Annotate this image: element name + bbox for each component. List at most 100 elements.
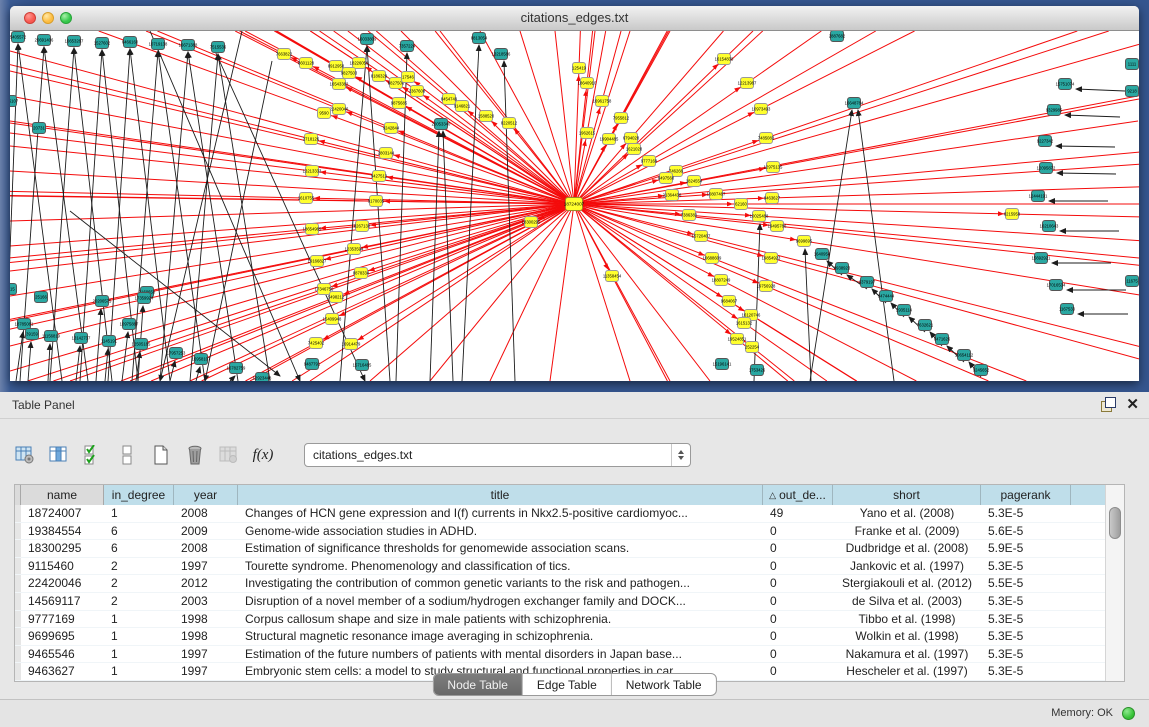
graph-node[interactable]: 2803144	[378, 148, 395, 159]
graph-node[interactable]: 7515536	[210, 42, 227, 53]
cell-short[interactable]: Wolkin et al. (1998)	[833, 628, 981, 645]
graph-node[interactable]: 9242844	[383, 123, 400, 134]
cell-in_degree[interactable]: 2	[104, 558, 174, 575]
cell-out_de[interactable]: 0	[763, 628, 833, 645]
graph-node[interactable]: 8601128	[298, 58, 315, 69]
delete-table-icon[interactable]	[218, 444, 240, 466]
graph-node[interactable]: 7386382	[681, 210, 698, 221]
cell-in_degree[interactable]: 2	[104, 593, 174, 610]
network-view-window[interactable]: citations_edges.txt 54055722069140610653…	[10, 6, 1139, 381]
table-vertical-scrollbar[interactable]	[1105, 485, 1124, 681]
cell-out_de[interactable]: 0	[763, 663, 833, 680]
column-header-pagerank[interactable]: pagerank	[981, 485, 1071, 505]
cell-pagerank[interactable]: 5.3E-5	[981, 628, 1071, 645]
graph-node[interactable]: 7632621	[917, 320, 934, 331]
cell-out_de[interactable]: 0	[763, 575, 833, 592]
graph-node[interactable]: 16154838	[715, 54, 734, 65]
cell-title[interactable]: Corpus callosum shape and size in male p…	[238, 611, 763, 628]
cell-out_de[interactable]: 0	[763, 593, 833, 610]
graph-node[interactable]: 1962615	[579, 128, 596, 139]
graph-node[interactable]: 17546	[402, 72, 415, 83]
graph-node[interactable]: 9487791	[304, 359, 321, 370]
cell-name[interactable]: 9699695	[21, 628, 104, 645]
cell-short[interactable]: Jankovic et al. (1997)	[833, 558, 981, 575]
cell-out_de[interactable]: 0	[763, 540, 833, 557]
cell-pagerank[interactable]: 5.3E-5	[981, 646, 1071, 663]
cell-title[interactable]: Investigating the contribution of common…	[238, 575, 763, 592]
cell-name[interactable]: 9465546	[21, 646, 104, 663]
graph-node[interactable]: 2935114	[896, 305, 913, 316]
graph-node[interactable]: 12353594	[345, 244, 364, 255]
graph-node[interactable]: 9227342	[1037, 136, 1054, 147]
graph-node[interactable]: 16958107	[192, 354, 211, 365]
unselect-all-icon[interactable]	[116, 444, 138, 466]
graph-node[interactable]: 9699695	[796, 236, 813, 247]
table-row[interactable]: 1938455462009Genome-wide association stu…	[15, 523, 1124, 541]
graph-node[interactable]: 7485083	[758, 133, 775, 144]
cell-short[interactable]: Dudbridge et al. (2008)	[833, 540, 981, 557]
cell-title[interactable]: Changes of HCN gene expression and I(f) …	[238, 505, 763, 522]
show-columns-icon[interactable]	[48, 444, 70, 466]
cell-pagerank[interactable]: 5.3E-5	[981, 611, 1071, 628]
cell-title[interactable]: Disruption of a novel member of a sodium…	[238, 593, 763, 610]
graph-node[interactable]: 19854923	[762, 253, 781, 264]
cell-name[interactable]: 18724007	[21, 505, 104, 522]
graph-node[interactable]: 11156819	[42, 331, 61, 342]
graph-node[interactable]: 22420046	[330, 104, 349, 115]
column-header-title[interactable]: title	[238, 485, 763, 505]
cell-year[interactable]: 2008	[174, 540, 238, 557]
graph-node[interactable]: 6497568	[658, 173, 675, 184]
graph-node[interactable]: 9170035	[368, 196, 385, 207]
cell-year[interactable]: 2008	[174, 505, 238, 522]
cell-in_degree[interactable]: 2	[104, 575, 174, 592]
graph-node[interactable]: 15720407	[692, 231, 711, 242]
cell-title[interactable]: Genome-wide association studies in ADHD.	[238, 523, 763, 540]
tab-node-table[interactable]: Node Table	[433, 674, 523, 695]
graph-node[interactable]: 9146821	[454, 101, 471, 112]
cell-short[interactable]: Tibbo et al. (1998)	[833, 611, 981, 628]
graph-node[interactable]: 10688609	[703, 253, 722, 264]
graph-node[interactable]: 8471626	[934, 334, 951, 345]
graph-node[interactable]: 8186328	[371, 71, 388, 82]
graph-node[interactable]: 1615132	[736, 318, 753, 329]
graph-node[interactable]: 3915	[10, 284, 17, 295]
graph-node[interactable]: 1145191	[101, 336, 118, 347]
network-canvas-container[interactable]: 5405572206914061065328715276026466160107…	[10, 31, 1139, 381]
graph-node[interactable]: 16671388	[179, 40, 198, 51]
select-all-icon[interactable]	[82, 444, 104, 466]
table-row[interactable]: 1872400712008Changes of HCN gene express…	[15, 505, 1124, 523]
new-column-icon[interactable]	[150, 444, 172, 466]
cell-pagerank[interactable]: 5.3E-5	[981, 505, 1071, 522]
cell-pagerank[interactable]: 5.3E-5	[981, 593, 1071, 610]
graph-node[interactable]: 7955812	[613, 113, 630, 124]
tab-edge-table[interactable]: Edge Table	[523, 674, 612, 695]
cell-in_degree[interactable]: 1	[104, 611, 174, 628]
graph-node[interactable]: 20731	[33, 123, 46, 134]
graph-node[interactable]: 12095872	[1037, 163, 1056, 174]
graph-node[interactable]: 12505185	[132, 339, 151, 350]
graph-node[interactable]: 6379197	[859, 277, 876, 288]
cell-pagerank[interactable]: 5.6E-5	[981, 523, 1071, 540]
cell-out_de[interactable]: 0	[763, 523, 833, 540]
graph-node[interactable]: 9463627	[764, 193, 781, 204]
graph-node[interactable]: 9777169	[641, 156, 658, 167]
cell-name[interactable]: 9463627	[21, 663, 104, 680]
cell-year[interactable]: 1998	[174, 611, 238, 628]
graph-node[interactable]: 15692921	[1032, 253, 1051, 264]
graph-node[interactable]: 18785081	[15, 319, 34, 330]
graph-node[interactable]: 39159	[26, 329, 39, 340]
cell-pagerank[interactable]: 5.3E-5	[981, 558, 1071, 575]
cell-in_degree[interactable]: 1	[104, 505, 174, 522]
cell-name[interactable]: 9777169	[21, 611, 104, 628]
cell-out_de[interactable]: 49	[763, 505, 833, 522]
graph-node[interactable]: 15716485	[353, 360, 372, 371]
cell-year[interactable]: 1997	[174, 663, 238, 680]
window-titlebar[interactable]: citations_edges.txt	[10, 6, 1139, 31]
graph-node[interactable]: 19904485	[600, 134, 619, 145]
graph-node[interactable]: 1610755	[298, 193, 315, 204]
function-builder-icon[interactable]: f(x)	[252, 444, 274, 466]
graph-node[interactable]: 20053340	[432, 119, 451, 130]
graph-node[interactable]: 19495786	[768, 221, 787, 232]
cell-name[interactable]: 14569117	[21, 593, 104, 610]
column-header-name[interactable]: name	[21, 485, 104, 505]
